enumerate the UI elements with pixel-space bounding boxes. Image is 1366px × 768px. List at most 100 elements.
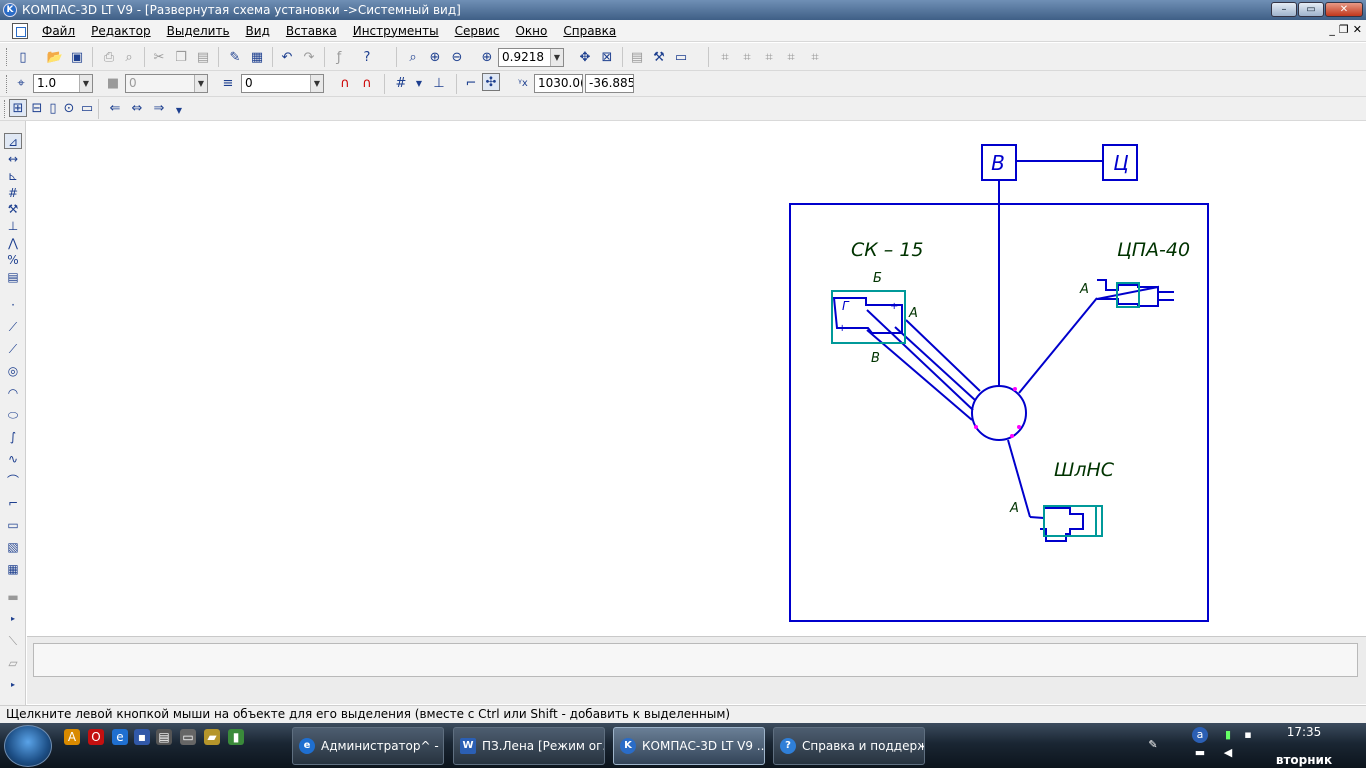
task-kompas[interactable]: K КОМПАС-3D LT V9 ...: [613, 727, 765, 765]
clock[interactable]: 17:35 вторник: [1264, 723, 1344, 767]
menu-help[interactable]: Справка: [555, 24, 624, 38]
layers-icon[interactable]: ▤: [628, 48, 646, 66]
segment-icon[interactable]: ⟋: [4, 341, 22, 357]
spec-settings-icon[interactable]: ⌗: [806, 48, 824, 66]
menu-window[interactable]: Окно: [507, 24, 555, 38]
chevron-down-icon[interactable]: ▼: [410, 74, 428, 92]
designations-tab-icon[interactable]: ⊾: [4, 168, 22, 184]
circle-icon[interactable]: ◎: [4, 363, 22, 379]
zoom-scale-icon[interactable]: ⊕: [478, 48, 496, 66]
pen-icon[interactable]: ✎: [1145, 737, 1161, 753]
chamfer-icon[interactable]: ⌐: [4, 495, 22, 511]
undo-icon[interactable]: ↶: [278, 48, 296, 66]
toolbar-grip[interactable]: [6, 48, 9, 66]
maximize-button[interactable]: ▭: [1298, 2, 1324, 17]
arrow-both-icon[interactable]: ⇔: [128, 99, 146, 117]
toolbar-grip[interactable]: [4, 100, 7, 118]
curve-icon[interactable]: ∫: [4, 429, 22, 445]
select-view-icon[interactable]: ⊞: [9, 99, 27, 117]
step-combo[interactable]: 1.0 ▼: [33, 74, 93, 93]
network-icon[interactable]: ▤: [156, 729, 172, 745]
avast-icon[interactable]: A: [64, 729, 80, 745]
view-circle-icon[interactable]: ⊙: [60, 99, 78, 117]
expand-right-icon[interactable]: ▸: [4, 677, 22, 693]
grid-icon[interactable]: #: [392, 74, 410, 92]
pan-icon[interactable]: ✥: [576, 48, 594, 66]
opera-icon[interactable]: O: [88, 729, 104, 745]
fill-icon[interactable]: ▦: [4, 561, 22, 577]
function-icon[interactable]: ƒ: [330, 48, 348, 66]
spec-link-icon[interactable]: ⌗: [760, 48, 778, 66]
floppy-icon[interactable]: ▪: [134, 729, 150, 745]
new-document-icon[interactable]: ▯: [14, 48, 32, 66]
menu-service[interactable]: Сервис: [447, 24, 508, 38]
doc-minimize-icon[interactable]: _: [1329, 23, 1335, 36]
language-icon[interactable]: a: [1192, 727, 1208, 743]
drawing-canvas[interactable]: + + В Ц СК – 15 ЦПА-40 ШлНС Б А В Г А А: [27, 124, 1363, 634]
spec-object-icon[interactable]: ⌗: [782, 48, 800, 66]
start-button[interactable]: [4, 725, 52, 767]
spec-edit-icon[interactable]: ⌗: [738, 48, 756, 66]
redo-icon[interactable]: ↷: [300, 48, 318, 66]
arc-icon[interactable]: ◠: [4, 385, 22, 401]
zoom-window-icon[interactable]: ⌕: [404, 48, 422, 66]
style-combo[interactable]: 0 ▼: [241, 74, 324, 93]
print-icon[interactable]: ⎙: [100, 48, 118, 66]
folder-icon[interactable]: ▰: [204, 729, 220, 745]
toolbar-grip[interactable]: [6, 75, 9, 93]
cut-icon[interactable]: ✂: [150, 48, 168, 66]
zoom-out-icon[interactable]: ⊖: [448, 48, 466, 66]
close-button[interactable]: ✕: [1325, 2, 1363, 17]
tool-b-icon[interactable]: ▱: [4, 655, 22, 671]
hatch-icon[interactable]: ▧: [4, 539, 22, 555]
fillet-icon[interactable]: ⌒: [4, 473, 22, 489]
coord-x-field[interactable]: 1030.0(: [534, 74, 583, 93]
chevron-down-icon[interactable]: ▼: [194, 75, 207, 92]
report-tab-icon[interactable]: ▤: [4, 269, 22, 285]
geometry-tab-icon[interactable]: ⊿: [4, 133, 22, 149]
coord-y-field[interactable]: -36.885: [585, 74, 634, 93]
doc-close-icon[interactable]: ✕: [1353, 23, 1362, 36]
task-word[interactable]: W ПЗ.Лена [Режим ог...: [453, 727, 605, 765]
paste-icon[interactable]: ▤: [194, 48, 212, 66]
select-tab-icon[interactable]: ⋀: [4, 235, 22, 251]
snap-magnet-icon[interactable]: ∩: [336, 74, 354, 92]
local-snap-icon[interactable]: ∩: [358, 74, 376, 92]
task-help[interactable]: ? Справка и поддерж...: [773, 727, 925, 765]
round-icon[interactable]: ✣: [482, 73, 500, 91]
spec-icon[interactable]: ⌗: [716, 48, 734, 66]
chevron-down-icon[interactable]: ▼: [550, 49, 563, 66]
macro-icon[interactable]: ▬: [4, 589, 22, 605]
zoom-combo[interactable]: 0.9218 ▼: [498, 48, 564, 67]
spec-tab-icon[interactable]: %: [4, 252, 22, 268]
copy-icon[interactable]: ❐: [172, 48, 190, 66]
app-icon[interactable]: ▮: [228, 729, 244, 745]
show-all-icon[interactable]: ⊠: [598, 48, 616, 66]
ie-icon[interactable]: e: [112, 729, 128, 745]
chevron-down-icon[interactable]: ▼: [310, 75, 323, 92]
document-icon[interactable]: [12, 22, 28, 39]
minimize-button[interactable]: –: [1271, 2, 1297, 17]
property-field[interactable]: [33, 643, 1358, 677]
ortho-icon[interactable]: ⌐: [462, 74, 480, 92]
properties-icon[interactable]: ▦: [248, 48, 266, 66]
menu-editor[interactable]: Редактор: [83, 24, 158, 38]
desktop-icon[interactable]: ▭: [180, 729, 196, 745]
save-icon[interactable]: ▣: [68, 48, 86, 66]
help-pointer-icon[interactable]: ?: [358, 48, 376, 66]
chevron-down-icon[interactable]: ▼: [79, 75, 92, 92]
expand-right-icon[interactable]: ▸: [4, 611, 22, 627]
schematic-drawing[interactable]: + + В Ц СК – 15 ЦПА-40 ШлНС Б А В Г А А: [27, 124, 1363, 634]
bezier-icon[interactable]: ∿: [4, 451, 22, 467]
zoom-in-icon[interactable]: ⊕: [426, 48, 444, 66]
dimensions-tab-icon[interactable]: ↔: [4, 151, 22, 167]
battery-icon[interactable]: ▮: [1220, 727, 1236, 743]
open-folder-icon[interactable]: 📂: [46, 48, 64, 66]
rectangle-icon[interactable]: ▭: [4, 517, 22, 533]
view-rect-icon[interactable]: ▭: [78, 99, 96, 117]
menu-tools[interactable]: Инструменты: [345, 24, 447, 38]
variables-icon[interactable]: ▭: [672, 48, 690, 66]
menu-select[interactable]: Выделить: [159, 24, 238, 38]
print-preview-icon[interactable]: ⌕: [120, 48, 138, 66]
menu-insert[interactable]: Вставка: [278, 24, 345, 38]
